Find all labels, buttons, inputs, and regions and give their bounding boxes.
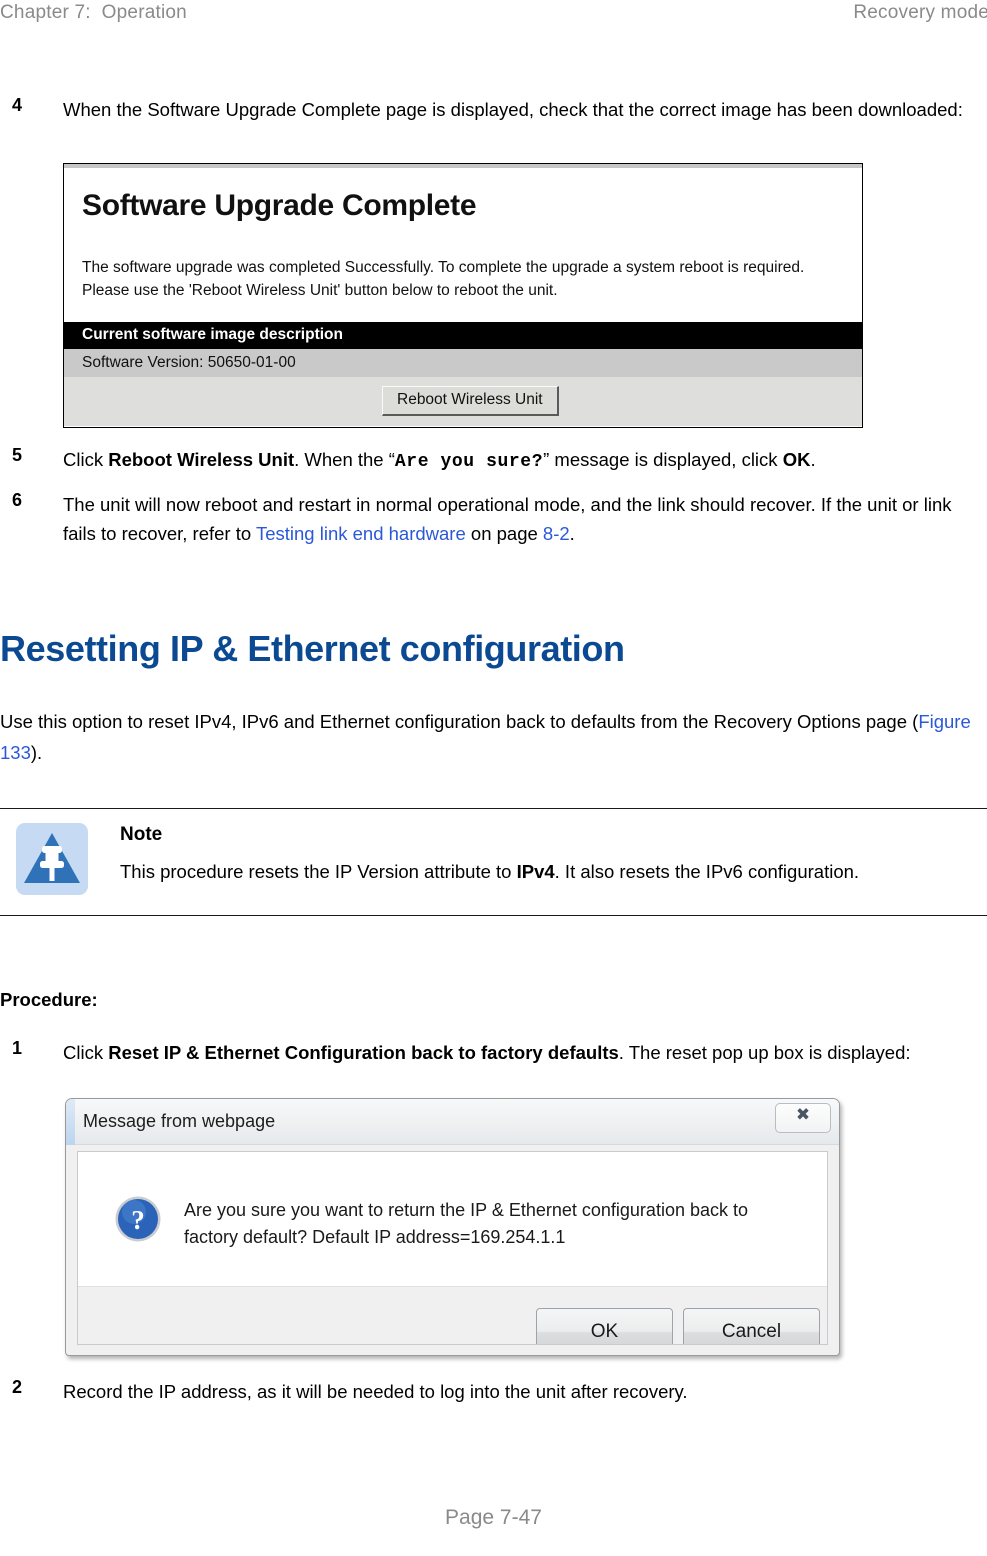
dialog-ok-button[interactable]: OK bbox=[536, 1308, 673, 1344]
software-version-value: Software Version: 50650-01-00 bbox=[82, 354, 296, 371]
dialog-title-bar: Message from webpage ✖ bbox=[66, 1099, 839, 1145]
note-pushpin-icon bbox=[16, 823, 88, 895]
figure-button-row: Reboot Wireless Unit bbox=[64, 377, 862, 426]
step-6-crossref-link[interactable]: Testing link end hardware bbox=[256, 523, 466, 544]
note-body-text: This procedure resets the IP Version att… bbox=[120, 857, 910, 887]
proc1-lead: Click bbox=[63, 1042, 109, 1063]
software-upgrade-title: Software Upgrade Complete bbox=[82, 189, 477, 222]
dialog-title-text: Message from webpage bbox=[83, 1111, 276, 1131]
procedure-step-1-number: 1 bbox=[12, 1038, 23, 1058]
step-4-number: 4 bbox=[12, 95, 23, 115]
current-software-image-bar: Current software image description bbox=[64, 322, 862, 349]
message-from-webpage-dialog: Message from webpage ✖ ? Are you sure yo… bbox=[65, 1098, 840, 1356]
step-5-mid-2: ” message is displayed, click bbox=[543, 449, 783, 470]
note-bottom-rule bbox=[0, 915, 987, 916]
running-head: Chapter 7: Operation Recovery mode bbox=[0, 0, 987, 34]
running-head-section: Recovery mode bbox=[853, 2, 987, 23]
note-top-rule bbox=[0, 808, 987, 809]
dialog-button-bar: OK Cancel bbox=[78, 1286, 827, 1344]
current-software-image-label: Current software image description bbox=[82, 326, 343, 343]
software-upgrade-paragraph: The software upgrade was completed Succe… bbox=[82, 259, 805, 299]
document-page: Chapter 7: Operation Recovery mode 4 Whe… bbox=[0, 0, 987, 1556]
step-6-mid: on page bbox=[465, 523, 543, 544]
question-mark-icon: ? bbox=[114, 1195, 162, 1243]
dialog-title-accent bbox=[66, 1099, 75, 1145]
section-heading: Resetting IP & Ethernet configuration bbox=[0, 628, 625, 669]
note-lead: This procedure resets the IP Version att… bbox=[120, 861, 517, 882]
note-bold-ipv4: IPv4 bbox=[516, 861, 555, 882]
dialog-message-area: ? Are you sure you want to return the IP… bbox=[78, 1152, 827, 1286]
procedure-step-2-number: 2 bbox=[12, 1377, 23, 1397]
note-title: Note bbox=[120, 824, 163, 845]
note-tail: . It also resets the IPv6 configuration. bbox=[554, 861, 860, 882]
step-6-text: The unit will now reboot and restart in … bbox=[63, 490, 987, 548]
procedure-step-2-text: Record the IP address, as it will be nee… bbox=[63, 1381, 688, 1402]
page-number: Page 7-47 bbox=[445, 1506, 542, 1529]
svg-text:?: ? bbox=[131, 1205, 145, 1235]
step-5-bold-reboot: Reboot Wireless Unit bbox=[108, 449, 295, 470]
step-5-text: Click Reboot Wireless Unit. When the “Ar… bbox=[63, 445, 987, 477]
figure-top-edge bbox=[64, 164, 862, 168]
step-5-mono-are-you-sure: Are you sure? bbox=[394, 452, 544, 472]
step-5-mid-1: . When the “ bbox=[294, 449, 395, 470]
procedure-label: Procedure: bbox=[0, 989, 98, 1010]
step-6-tail: . bbox=[569, 523, 575, 544]
dialog-cancel-button[interactable]: Cancel bbox=[683, 1308, 820, 1344]
software-version-row: Software Version: 50650-01-00 bbox=[64, 349, 862, 377]
proc1-bold-reset: Reset IP & Ethernet Configuration back t… bbox=[108, 1042, 619, 1063]
software-upgrade-complete-figure: Software Upgrade Complete The software u… bbox=[63, 163, 863, 428]
step-6-number: 6 bbox=[12, 490, 23, 510]
step-5-number: 5 bbox=[12, 445, 23, 465]
step-6-page-link[interactable]: 8-2 bbox=[543, 523, 570, 544]
intro-lead: Use this option to reset IPv4, IPv6 and … bbox=[0, 711, 919, 732]
close-icon[interactable]: ✖ bbox=[775, 1103, 831, 1133]
dialog-inner-panel: ? Are you sure you want to return the IP… bbox=[77, 1151, 828, 1345]
step-4-text: When the Software Upgrade Complete page … bbox=[63, 99, 963, 120]
dialog-message-text: Are you sure you want to return the IP &… bbox=[184, 1200, 748, 1247]
step-5-tail: . bbox=[810, 449, 816, 470]
intro-paragraph: Use this option to reset IPv4, IPv6 and … bbox=[0, 706, 987, 768]
running-head-chapter: Chapter 7: Operation bbox=[0, 2, 187, 23]
reboot-wireless-unit-button[interactable]: Reboot Wireless Unit bbox=[382, 386, 559, 416]
procedure-step-1-text: Click Reset IP & Ethernet Configuration … bbox=[63, 1038, 963, 1067]
intro-tail: ). bbox=[30, 742, 43, 763]
close-icon-glyph: ✖ bbox=[795, 1105, 811, 1125]
step-5-lead: Click bbox=[63, 449, 109, 470]
step-5-bold-ok: OK bbox=[782, 449, 811, 470]
proc1-tail: . The reset pop up box is displayed: bbox=[618, 1042, 911, 1063]
